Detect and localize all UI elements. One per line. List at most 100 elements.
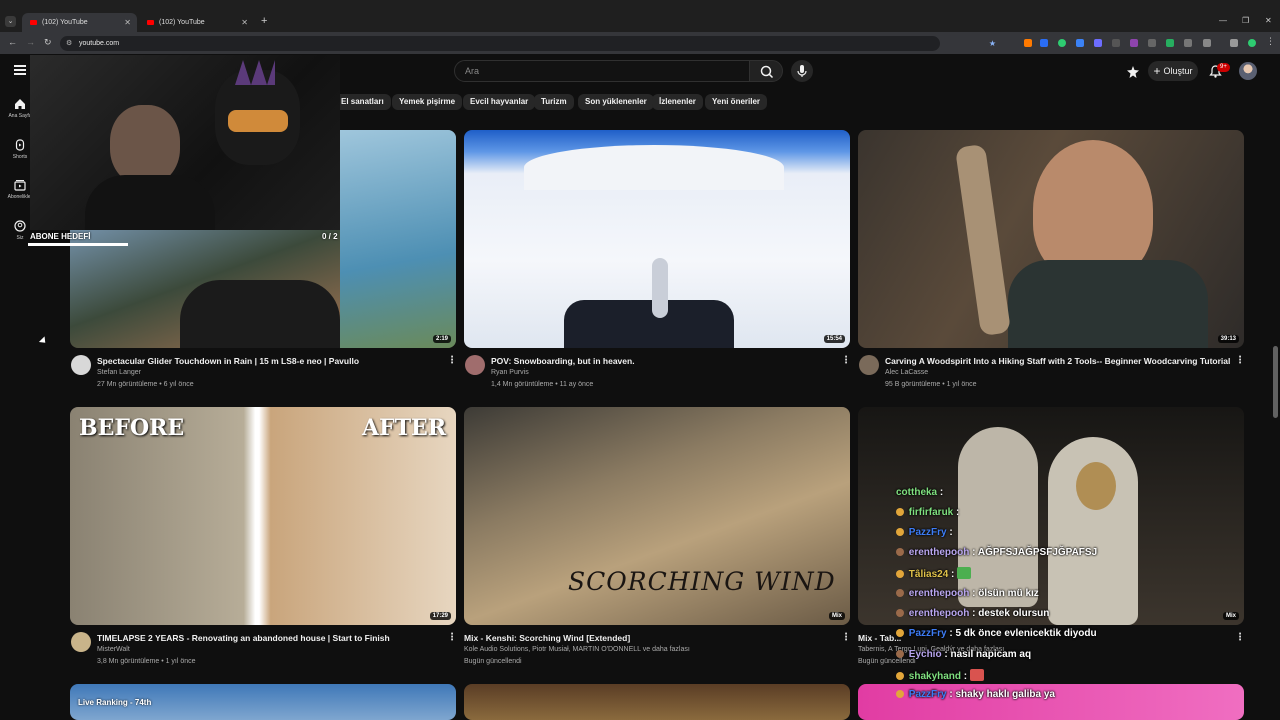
cast-icon[interactable]	[1127, 65, 1139, 78]
menu-hamburger-icon[interactable]	[14, 65, 26, 75]
close-window-icon[interactable]: ✕	[1265, 16, 1272, 25]
extension-icon[interactable]	[1058, 39, 1066, 47]
chat-message: cottheka :	[896, 487, 944, 498]
chat-text: nasıl napicam aq	[950, 649, 1032, 660]
video-thumbnail[interactable]	[464, 684, 850, 720]
browser-tab-title: (102) YouTube	[42, 19, 88, 26]
channel-avatar[interactable]	[71, 632, 91, 652]
video-title[interactable]: POV: Snowboarding, but in heaven.	[491, 356, 635, 366]
extension-icon[interactable]	[1130, 39, 1138, 47]
subscriber-goal-progress-bar	[28, 243, 128, 246]
sidebar-item-label: Abonelikler	[7, 194, 33, 200]
minimize-icon[interactable]: —	[1219, 16, 1227, 25]
search-button[interactable]	[749, 60, 783, 82]
extension-icon[interactable]	[1166, 39, 1174, 47]
tab-search-icon[interactable]: ⌄	[5, 16, 16, 27]
browser-tab-title: (102) YouTube	[159, 19, 205, 26]
back-icon[interactable]: ←	[8, 37, 17, 47]
video-thumbnail[interactable]: BEFORE AFTER 17:29	[70, 407, 456, 625]
extension-icon[interactable]	[1230, 39, 1238, 47]
video-thumbnail[interactable]: Live Ranking - 74th	[70, 684, 456, 720]
extension-icon[interactable]	[1094, 39, 1102, 47]
page-scrollbar[interactable]	[1273, 346, 1278, 418]
chat-username: erenthepooh	[908, 547, 970, 558]
extension-icon[interactable]	[1024, 39, 1032, 47]
forward-icon[interactable]: →	[26, 37, 35, 47]
video-title[interactable]: Carving A Woodspirit Into a Hiking Staff…	[885, 356, 1230, 366]
chip-pets[interactable]: Evcil hayvanlar	[463, 94, 536, 110]
chat-message: erenthepooh : destek olursun	[896, 608, 1049, 619]
chat-username: shakyhand	[908, 671, 962, 682]
video-thumbnail[interactable]: 15:54	[464, 130, 850, 348]
site-info-icon[interactable]: ⚙	[66, 36, 72, 51]
chat-text: ölsün mü kız	[978, 588, 1039, 599]
shorts-icon	[15, 139, 25, 151]
browser-tab-2[interactable]: (102) YouTube ✕	[139, 13, 254, 32]
channel-avatar[interactable]	[859, 355, 879, 375]
address-bar[interactable]: ⚙ youtube.com ★	[60, 36, 996, 51]
video-title[interactable]: Mix - Tab...	[858, 633, 901, 643]
chat-username: Eychio	[908, 649, 942, 660]
extensions-puzzle-icon[interactable]	[1203, 39, 1211, 47]
chip-tourism[interactable]: Turizm	[534, 94, 574, 110]
create-label: Oluştur	[1163, 66, 1193, 76]
channel-name[interactable]: Alec LaCasse	[885, 369, 928, 376]
profile-icon[interactable]	[1248, 39, 1256, 47]
chat-username: PazzFry	[908, 527, 947, 538]
notification-count-badge: 9+	[1217, 63, 1230, 72]
more-options-icon[interactable]: ⋮	[447, 632, 457, 643]
create-button[interactable]: + Oluştur	[1148, 61, 1198, 81]
maximize-icon[interactable]: ❐	[1242, 16, 1249, 25]
extension-icon[interactable]	[1112, 39, 1120, 47]
new-tab-icon[interactable]: +	[261, 15, 267, 27]
extension-icon[interactable]	[1184, 39, 1192, 47]
chat-emote-icon	[957, 567, 972, 579]
chat-text: 5 dk önce evlenicektik diyodu	[955, 628, 1097, 639]
search-input[interactable]: Ara	[454, 60, 750, 82]
close-tab-icon[interactable]: ✕	[124, 18, 131, 27]
chip-recently-uploaded[interactable]: Son yüklenenler	[578, 94, 654, 110]
channel-name[interactable]: MisterWalt	[97, 646, 130, 653]
bookmark-star-icon[interactable]: ★	[989, 36, 996, 51]
video-thumbnail[interactable]: 39:13	[858, 130, 1244, 348]
channel-name[interactable]: Kole Audio Solutions, Piotr Musiał, MART…	[464, 646, 690, 653]
search-icon	[760, 65, 774, 79]
channel-name[interactable]: Stefan Langer	[97, 369, 141, 376]
reload-icon[interactable]: ↻	[44, 37, 52, 48]
video-title[interactable]: TIMELAPSE 2 YEARS - Renovating an abando…	[97, 633, 390, 643]
video-duration: 17:29	[429, 612, 451, 620]
more-options-icon[interactable]: ⋮	[841, 355, 851, 366]
chat-message: shakyhand :	[896, 669, 984, 682]
chip-cooking[interactable]: Yemek pişirme	[392, 94, 463, 110]
channel-avatar[interactable]	[71, 355, 91, 375]
channel-avatar[interactable]	[465, 355, 485, 375]
chip-watched[interactable]: İzlenenler	[652, 94, 703, 110]
chat-text: destek olursun	[978, 608, 1050, 619]
video-title[interactable]: Spectacular Glider Touchdown in Rain | 1…	[97, 356, 359, 366]
video-thumbnail[interactable]: SCORCHING WIND Mix	[464, 407, 850, 625]
subscriber-goal-count: 0 / 2	[322, 232, 338, 241]
more-options-icon[interactable]: ⋮	[1235, 355, 1245, 366]
chip-crafts[interactable]: El sanatları	[334, 94, 391, 110]
extension-icon[interactable]	[1040, 39, 1048, 47]
extension-icon[interactable]	[1148, 39, 1156, 47]
chat-username: cottheka	[896, 487, 938, 498]
more-options-icon[interactable]: ⋮	[1235, 632, 1245, 643]
account-avatar[interactable]	[1239, 62, 1257, 80]
close-tab-icon[interactable]: ✕	[241, 18, 248, 27]
video-title[interactable]: Mix - Kenshi: Scorching Wind [Extended]	[464, 633, 630, 643]
channel-name[interactable]: Ryan Purvis	[491, 369, 529, 376]
more-options-icon[interactable]: ⋮	[447, 355, 457, 366]
extension-icon[interactable]	[1076, 39, 1084, 47]
more-options-icon[interactable]: ⋮	[841, 632, 851, 643]
chat-username: firfirfaruk	[908, 507, 954, 518]
voice-search-button[interactable]	[791, 60, 813, 82]
address-text: youtube.com	[79, 40, 120, 47]
chip-new-to-you[interactable]: Yeni öneriler	[705, 94, 768, 110]
subscriptions-icon	[14, 180, 26, 191]
thumbnail-text-before: BEFORE	[79, 415, 185, 441]
chat-username: PazzFry	[908, 628, 947, 639]
browser-menu-icon[interactable]: ⋮	[1266, 36, 1275, 47]
browser-tab-1[interactable]: (102) YouTube ✕	[22, 13, 137, 32]
subscriber-goal-label: ABONE HEDEFİ	[30, 232, 91, 241]
